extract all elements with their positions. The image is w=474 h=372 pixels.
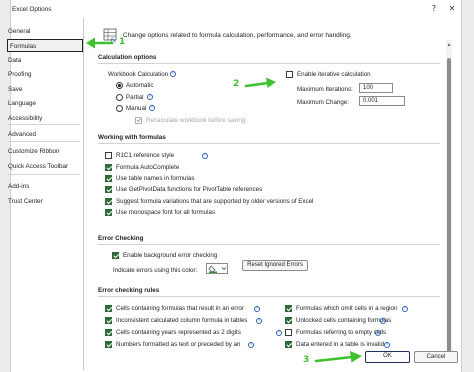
enable-iterative-checkbox[interactable] bbox=[286, 71, 293, 78]
working-with-formulas-suggest-formula-variations-that-are-supported-by-older-versions-of-excel-label: Suggest formula variations that are supp… bbox=[116, 198, 314, 205]
close-button[interactable]: ✕ bbox=[446, 3, 458, 15]
indicate-errors-color-label: Indicate errors using this color: bbox=[113, 267, 198, 274]
max-change-input[interactable]: 0.001 bbox=[359, 96, 405, 106]
info-icon[interactable]: i bbox=[384, 341, 390, 348]
radio-partial[interactable] bbox=[116, 94, 123, 101]
working-with-formulas-suggest-formula-variations-that-are-supported-by-older-versions-of-excel-checkbox[interactable] bbox=[105, 198, 112, 205]
sidebar-item-proofing[interactable]: Proofing bbox=[8, 68, 31, 81]
sidebar-divider bbox=[8, 141, 80, 142]
sidebar-item-language[interactable]: Language bbox=[8, 97, 36, 110]
working-with-formulas-r1c1-reference-style-checkbox[interactable] bbox=[105, 152, 112, 159]
working-with-formulas-use-monospace-font-for-all-formulas-label: Use monospace font for all formulas bbox=[116, 209, 216, 216]
sidebar-divider bbox=[8, 174, 80, 175]
enable-background-error-label: Enable background error checking bbox=[123, 252, 218, 259]
recalc-before-save-label: Recalculate workbook before saving bbox=[146, 117, 246, 124]
radio-automatic[interactable] bbox=[116, 82, 123, 89]
working-with-formulas-r1c1-reference-style-label: R1C1 reference style bbox=[116, 152, 175, 159]
sidebar-item-quick-access-toolbar[interactable]: Quick Access Toolbar bbox=[8, 160, 68, 173]
window-frame-line bbox=[461, 0, 462, 372]
radio-automatic-label: Automatic bbox=[126, 82, 154, 89]
section-divider bbox=[98, 63, 440, 64]
sidebar-item-advanced[interactable]: Advanced bbox=[8, 128, 36, 141]
section-divider bbox=[98, 244, 440, 245]
sidebar-item-general[interactable]: General bbox=[8, 25, 30, 38]
rule-data-entered-in-a-table-is-invalid-checkbox[interactable] bbox=[285, 341, 292, 348]
section-working-with-formulas: Working with formulas bbox=[98, 134, 166, 141]
reset-ignored-errors-button[interactable]: Reset Ignored Errors bbox=[242, 260, 308, 271]
radio-manual[interactable] bbox=[116, 105, 123, 112]
annotation-arrow-2 bbox=[244, 77, 276, 88]
info-icon[interactable]: i bbox=[380, 317, 386, 324]
annotation-step-2: 2 bbox=[233, 79, 240, 89]
info-icon[interactable]: i bbox=[149, 105, 155, 111]
rule-numbers-formatted-as-text-or-preceded-by-an-label: Numbers formatted as text or preceded by… bbox=[116, 341, 241, 348]
working-with-formulas-use-getpivotdata-functions-for-pivottable-references-label: Use GetPivotData functions for PivotTabl… bbox=[116, 186, 263, 193]
rule-cells-containing-years-represented-as-2-digits-label: Cells containing years represented as 2 … bbox=[116, 329, 241, 336]
max-change-label: Maximum Change: bbox=[297, 99, 349, 106]
enable-iterative-label: Enable iterative calculation bbox=[297, 71, 371, 78]
rule-cells-containing-formulas-that-result-in-an-error-checkbox[interactable] bbox=[105, 305, 112, 312]
working-with-formulas-use-table-names-in-formulas-checkbox[interactable] bbox=[105, 175, 112, 182]
info-icon[interactable]: i bbox=[147, 94, 153, 100]
recalc-before-save-checkbox bbox=[135, 117, 142, 124]
paint-bucket-icon bbox=[208, 265, 227, 273]
rule-formulas-which-omit-cells-in-a-region-checkbox[interactable] bbox=[285, 305, 292, 312]
max-iterations-label: Maximum Iterations: bbox=[297, 86, 353, 93]
max-iterations-input[interactable]: 100 bbox=[359, 83, 393, 93]
error-color-picker[interactable] bbox=[206, 263, 228, 274]
annotation-arrow-1 bbox=[86, 37, 114, 49]
window-right-edge bbox=[462, 0, 474, 372]
enable-background-error-checkbox[interactable] bbox=[112, 252, 119, 259]
rule-cells-containing-years-represented-as-2-digits-checkbox[interactable] bbox=[105, 329, 112, 336]
annotation-arrow-3 bbox=[314, 351, 362, 363]
cancel-button[interactable]: Cancel bbox=[414, 351, 458, 363]
section-error-checking-rules: Error checking rules bbox=[98, 287, 160, 294]
window-title: Excel Options bbox=[12, 6, 52, 13]
rule-formulas-referring-to-empty-cells-checkbox[interactable] bbox=[285, 329, 292, 336]
annotation-step-1: 1 bbox=[119, 37, 126, 47]
working-with-formulas-use-getpivotdata-functions-for-pivottable-references-checkbox[interactable] bbox=[105, 186, 112, 193]
working-with-formulas-formula-autocomplete-checkbox[interactable] bbox=[105, 164, 112, 171]
info-icon[interactable]: i bbox=[248, 341, 254, 348]
sidebar-item-formulas[interactable]: Formulas bbox=[7, 39, 83, 52]
sidebar-item-trust-center[interactable]: Trust Center bbox=[8, 195, 43, 208]
annotation-step-3: 3 bbox=[303, 355, 310, 365]
info-icon[interactable]: i bbox=[402, 305, 408, 312]
scroll-up-arrow-icon[interactable]: ▲ bbox=[446, 42, 452, 48]
rule-cells-containing-formulas-that-result-in-an-error-label: Cells containing formulas that result in… bbox=[116, 305, 244, 312]
page-description: Change options related to formula calcul… bbox=[123, 32, 352, 39]
sidebar-item-customize-ribbon[interactable]: Customize Ribbon bbox=[8, 145, 59, 158]
rule-numbers-formatted-as-text-or-preceded-by-an-checkbox[interactable] bbox=[105, 341, 112, 348]
info-icon[interactable]: i bbox=[170, 70, 176, 77]
info-icon[interactable]: i bbox=[276, 329, 282, 336]
rule-inconsistent-calculated-column-formula-in-tables-checkbox[interactable] bbox=[105, 317, 112, 324]
scrollbar-thumb[interactable] bbox=[447, 58, 451, 358]
info-icon[interactable]: i bbox=[254, 305, 260, 312]
working-with-formulas-formula-autocomplete-label: Formula AutoComplete bbox=[116, 164, 180, 171]
section-calculation-options: Calculation options bbox=[98, 54, 157, 61]
radio-manual-label: Manual bbox=[126, 105, 147, 112]
sidebar-item-data[interactable]: Data bbox=[8, 54, 21, 67]
sidebar-item-add-ins[interactable]: Add-ins bbox=[8, 180, 29, 193]
section-error-checking: Error Checking bbox=[98, 235, 144, 242]
workbook-calculation-label: Workbook Calculation bbox=[108, 71, 169, 78]
sidebar-item-save[interactable]: Save bbox=[8, 83, 22, 96]
rule-formulas-which-omit-cells-in-a-region-label: Formulas which omit cells in a region bbox=[296, 305, 398, 312]
rule-unlocked-cells-containing-formulas-label: Unlocked cells containing formulas bbox=[296, 317, 392, 324]
rule-unlocked-cells-containing-formulas-checkbox[interactable] bbox=[285, 317, 292, 324]
working-with-formulas-use-table-names-in-formulas-label: Use table names in formulas bbox=[116, 175, 195, 182]
help-button[interactable]: ? bbox=[428, 3, 440, 15]
info-icon[interactable]: i bbox=[202, 152, 208, 159]
rule-data-entered-in-a-table-is-invalid-label: Data entered in a table is invalid bbox=[296, 341, 385, 348]
ok-button[interactable]: OK bbox=[365, 351, 410, 363]
info-icon[interactable]: i bbox=[375, 329, 381, 336]
rule-inconsistent-calculated-column-formula-in-tables-label: Inconsistent calculated column formula i… bbox=[116, 317, 248, 324]
section-divider bbox=[98, 143, 440, 144]
rule-formulas-referring-to-empty-cells-label: Formulas referring to empty cells bbox=[296, 329, 387, 336]
section-divider bbox=[98, 296, 440, 297]
info-icon[interactable]: i bbox=[256, 317, 262, 324]
working-with-formulas-use-monospace-font-for-all-formulas-checkbox[interactable] bbox=[105, 209, 112, 216]
radio-partial-label: Partial bbox=[126, 94, 144, 101]
sidebar-divider bbox=[8, 124, 80, 125]
